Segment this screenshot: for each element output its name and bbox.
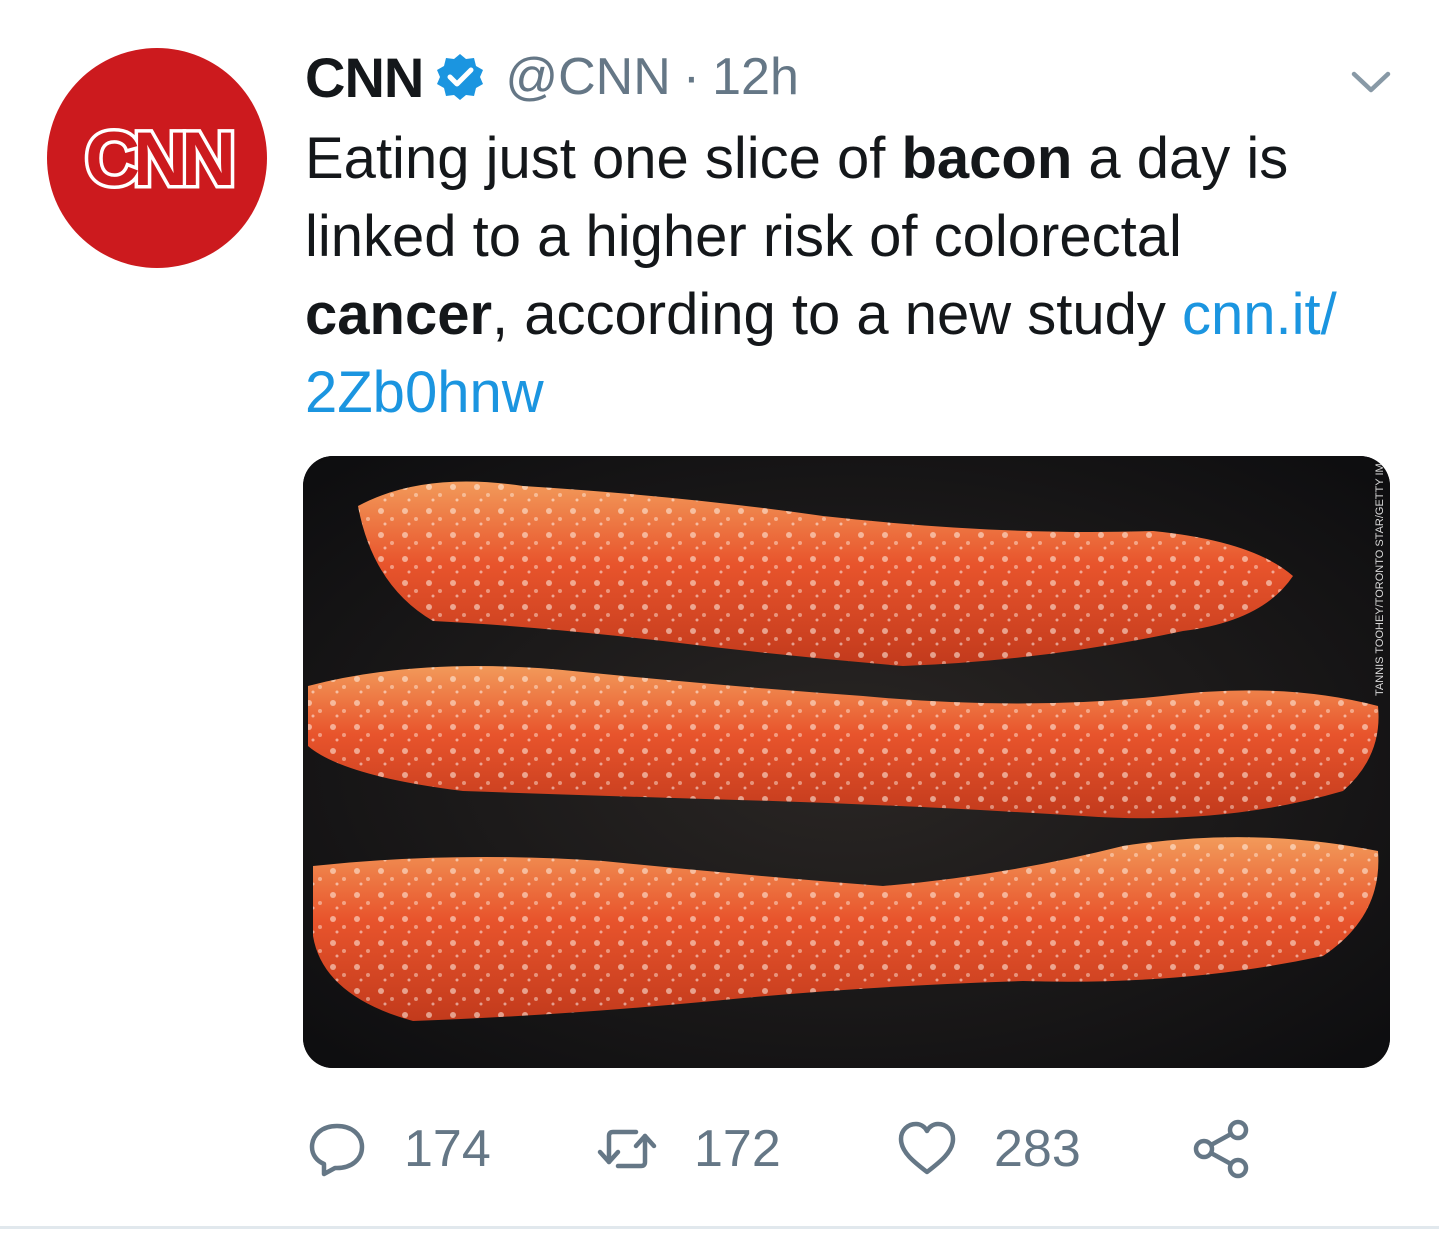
like-button[interactable]: 283 [896,1114,1081,1184]
share-icon [1193,1119,1249,1179]
bacon-photo: TANNIS TOOHEY/TORONTO STAR/GETTY IMAGES [303,456,1390,1068]
tweet-text-bold: cancer [305,282,493,347]
avatar[interactable]: CNN [47,48,267,268]
handle[interactable]: @CNN [505,47,670,107]
retweet-icon [597,1129,657,1169]
photo-credit: TANNIS TOOHEY/TORONTO STAR/GETTY IMAGES [1374,456,1386,696]
retweet-count: 172 [694,1120,781,1178]
display-name[interactable]: CNN [305,45,424,110]
avatar-logo-text: CNN [85,117,231,202]
tweet-text: Eating just one slice of bacon a day is … [305,120,1395,432]
tweet-text-part: Eating just one slice of [305,126,902,191]
tweet-text-bold: bacon [901,126,1073,191]
chevron-down-icon[interactable] [1348,62,1394,102]
cnn-logo-icon: CNN [82,114,242,206]
timestamp[interactable]: 12h [712,47,799,107]
divider [0,1226,1439,1229]
tweet-header: CNN @CNN · 12h [305,42,799,112]
share-button[interactable] [1190,1114,1252,1184]
retweet-button[interactable]: 172 [596,1114,781,1184]
tweet-text-part: , according to a new study [492,282,1182,347]
separator-dot: · [682,48,701,106]
reply-button[interactable]: 174 [306,1114,491,1184]
reply-icon [309,1123,365,1177]
reply-count: 174 [404,1120,491,1178]
action-bar: 174 172 283 [300,1100,1300,1200]
tweet[interactable]: CNN CNN @CNN · 12h Eating just one slice… [0,0,1439,1233]
tweet-media-image[interactable]: TANNIS TOOHEY/TORONTO STAR/GETTY IMAGES [303,456,1390,1068]
heart-icon [898,1121,956,1175]
verified-badge-icon [437,54,484,100]
like-count: 283 [994,1120,1081,1178]
